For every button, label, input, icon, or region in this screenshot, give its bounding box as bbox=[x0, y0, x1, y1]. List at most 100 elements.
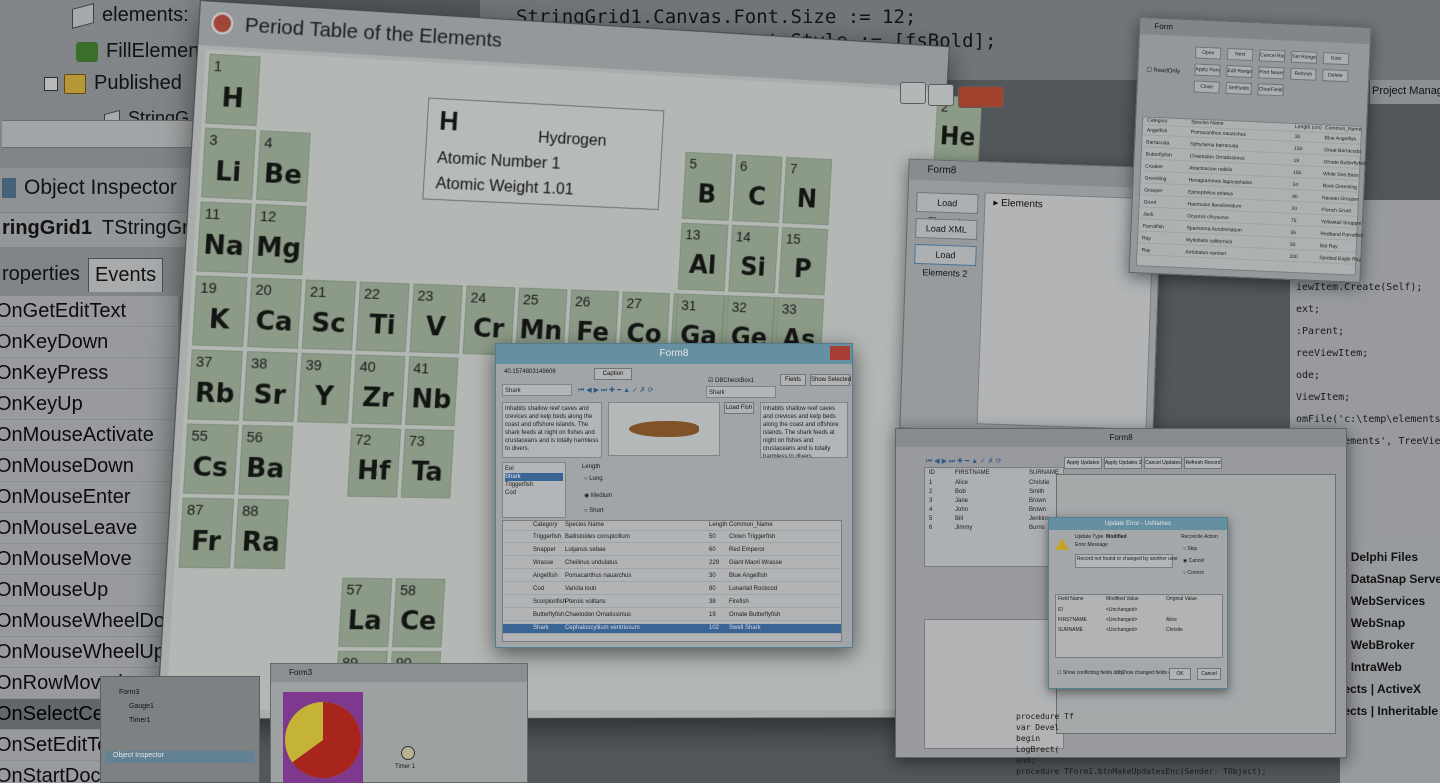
element-cell-b[interactable]: 5B bbox=[681, 151, 733, 221]
tree-root-elements[interactable]: Elements bbox=[1001, 198, 1043, 210]
project-item[interactable]: | Delphi Files bbox=[1344, 550, 1418, 564]
names-grid[interactable]: ID FIRSTNAME SURNAME 1 Alice Christie 2 Bob Smit… bbox=[924, 467, 1064, 567]
reconcile-radio-skip[interactable]: ○ Skip bbox=[1183, 546, 1197, 552]
grid-form-button[interactable]: Cancel Range bbox=[1258, 49, 1286, 63]
element-cell-be[interactable]: 4 Be bbox=[256, 130, 311, 203]
load-xml-button[interactable]: Load XML bbox=[915, 217, 978, 241]
tree-item-timer1[interactable]: Timer1 bbox=[129, 717, 151, 724]
grid-form-button[interactable]: Close bbox=[1193, 80, 1220, 94]
element-cell-sc[interactable]: 21 Sc bbox=[301, 279, 357, 351]
collapse-icon[interactable] bbox=[44, 76, 58, 91]
category-listbox[interactable]: Eel Shark Triggerfish Cod bbox=[502, 462, 566, 518]
element-cell-mg[interactable]: 12 Mg bbox=[251, 203, 307, 276]
lookup-combo[interactable]: Shark bbox=[706, 386, 776, 398]
show-conflicting-checkbox[interactable]: ☐ Show conflicting fields only bbox=[1057, 670, 1123, 676]
event-row[interactable]: OnMouseWheelUp bbox=[0, 637, 178, 668]
tree-item-fillelement[interactable]: FillElement bbox=[76, 40, 205, 72]
grid-form-button[interactable]: SetFields bbox=[1225, 81, 1252, 96]
event-row[interactable]: OnGetEditText bbox=[0, 296, 178, 327]
object-selector[interactable]: ringGrid1 TStringGrid bbox=[0, 213, 205, 247]
table-row[interactable]: Angelfish Pomacanthus nauarchus 30 Blue Ang… bbox=[503, 572, 841, 582]
grid-form-button[interactable]: Set Range bbox=[1290, 50, 1318, 64]
grid-form-button[interactable]: ClearFields bbox=[1257, 83, 1284, 97]
fields-grid[interactable]: Field Name Modified Value Original Value ID… bbox=[1055, 594, 1223, 658]
horizontal-scrollbar[interactable] bbox=[2, 120, 202, 148]
minimize-button[interactable] bbox=[900, 82, 926, 104]
element-cell-rb[interactable]: 37 Rb bbox=[187, 349, 243, 421]
length-radio-short[interactable]: ○ Short bbox=[584, 508, 604, 514]
project-manager-header[interactable]: Project Manager bbox=[1370, 80, 1440, 104]
element-cell-cs[interactable]: 55 Cs bbox=[183, 423, 239, 495]
element-cell-la[interactable]: 57 La bbox=[338, 577, 393, 648]
element-cell-ce[interactable]: 58 Ce bbox=[391, 578, 446, 648]
readonly-checkbox[interactable]: ☐ ReadOnly bbox=[1146, 66, 1180, 74]
project-item[interactable]: | WebSnap bbox=[1344, 616, 1405, 630]
table-row[interactable]: Scorpionfish Pterois volitans 38 Firefish bbox=[503, 598, 841, 608]
tree-item-form3[interactable]: Form3 bbox=[119, 689, 139, 696]
element-cell-ba[interactable]: 56 Ba bbox=[238, 424, 294, 496]
length-radio-long[interactable]: ○ Long bbox=[584, 476, 603, 482]
element-cell-k[interactable]: 19 K bbox=[191, 275, 248, 348]
project-item[interactable]: | WebBroker bbox=[1344, 638, 1415, 652]
element-cell-fr[interactable]: 87 Fr bbox=[178, 497, 235, 569]
length-radio-medium[interactable]: ◉ Medium bbox=[584, 492, 612, 499]
element-cell-li[interactable]: 3 Li bbox=[200, 127, 257, 200]
table-row[interactable]: 4 John Brown bbox=[925, 507, 1063, 516]
element-cell-ti[interactable]: 22 Ti bbox=[355, 281, 410, 353]
event-row[interactable]: OnMouseWheelDow bbox=[0, 606, 178, 637]
grid-form-button[interactable]: Goto bbox=[1322, 52, 1350, 66]
elements-treeview[interactable]: ▸ Elements bbox=[976, 192, 1155, 431]
table-row[interactable]: 5 Bill Jenkins bbox=[925, 516, 1063, 525]
fish-dbgrid[interactable]: Category Species Name Length Common_Name Tri… bbox=[502, 520, 842, 642]
list-item[interactable]: Cod bbox=[505, 489, 563, 497]
reconcile-radio-correct[interactable]: ○ Correct bbox=[1183, 570, 1204, 576]
grid-form-button[interactable]: Next bbox=[1226, 47, 1254, 62]
event-row[interactable]: OnMouseEnter bbox=[0, 482, 178, 513]
element-cell-ra[interactable]: 88 Ra bbox=[233, 498, 289, 570]
load-elements-button[interactable]: Load Elements bbox=[915, 191, 979, 227]
gauge-pie[interactable] bbox=[283, 692, 363, 783]
event-row[interactable]: OnMouseLeave bbox=[0, 513, 178, 544]
cancel-button[interactable]: Cancel bbox=[1197, 668, 1221, 680]
element-cell-n[interactable]: 7N bbox=[782, 156, 833, 226]
element-cell-na[interactable]: 11 Na bbox=[196, 201, 252, 274]
table-row[interactable]: 1 Alice Christie bbox=[925, 480, 1063, 489]
grid-form-button[interactable]: Delete bbox=[1322, 69, 1349, 83]
element-cell-p[interactable]: 15 P bbox=[778, 227, 829, 296]
grid-form-button[interactable]: Refresh bbox=[1290, 67, 1317, 81]
element-cell-c[interactable]: 6C bbox=[732, 154, 783, 224]
element-cell-nb[interactable]: 41 Nb bbox=[405, 356, 459, 427]
update-button[interactable]: Cancel Updates bbox=[1144, 457, 1182, 469]
close-button[interactable] bbox=[958, 86, 1004, 108]
tab-properties[interactable]: roperties bbox=[0, 258, 86, 292]
tree-item-elements[interactable]: elements: bbox=[72, 2, 189, 36]
element-cell-sr[interactable]: 38 Sr bbox=[242, 351, 298, 423]
maximize-button[interactable] bbox=[928, 84, 954, 106]
tree-item-published[interactable]: Published bbox=[44, 72, 182, 104]
event-row[interactable]: OnKeyUp bbox=[0, 389, 178, 420]
table-row[interactable]: Shark Cephaloscyllium ventriosum 102 Swell … bbox=[503, 624, 841, 634]
table-row[interactable]: Triggerfish Ballistoides conspicillum 50 Cl… bbox=[503, 533, 841, 543]
element-cell-y[interactable]: 39 Y bbox=[297, 352, 352, 424]
project-item[interactable]: | DataSnap Server bbox=[1344, 572, 1440, 586]
element-cell-h[interactable]: 1H bbox=[205, 53, 261, 127]
event-row[interactable]: OnKeyDown bbox=[0, 327, 178, 358]
table-row[interactable]: Snapper Lutjanus sebae 60 Red Emperor bbox=[503, 546, 841, 556]
description-memo-2[interactable]: Inhabits shallow reef caves and crevices… bbox=[760, 402, 848, 458]
grid-form-button[interactable]: Edit Range bbox=[1226, 64, 1253, 79]
navigator-bar[interactable]: ⏮ ◀ ▶ ⏭ ✚ ━ ▲ ✓ ✗ ⟳ bbox=[578, 386, 653, 395]
load-elements-2-button[interactable]: Load Elements 2 bbox=[914, 243, 977, 279]
project-item[interactable]: | WebServices bbox=[1344, 594, 1425, 608]
element-cell-ca[interactable]: 20 Ca bbox=[247, 277, 303, 349]
list-item[interactable]: Triggerfish bbox=[505, 481, 563, 489]
event-row[interactable]: OnMouseDown bbox=[0, 451, 178, 482]
name-edit[interactable]: Shark bbox=[502, 384, 572, 396]
element-cell-zr[interactable]: 40 Zr bbox=[351, 354, 406, 425]
event-row[interactable]: OnKeyPress bbox=[0, 358, 178, 389]
grid-form-button[interactable]: Apply Range bbox=[1194, 63, 1221, 77]
update-button[interactable]: Apply Updates bbox=[1064, 457, 1102, 469]
description-memo[interactable]: Inhabits shallow reef caves and crevices… bbox=[502, 402, 602, 458]
event-row[interactable]: OnMouseMove bbox=[0, 544, 178, 575]
grid-form-button[interactable]: Find Nearest bbox=[1258, 66, 1285, 80]
update-button[interactable]: Apply Updates 2 bbox=[1104, 457, 1142, 469]
